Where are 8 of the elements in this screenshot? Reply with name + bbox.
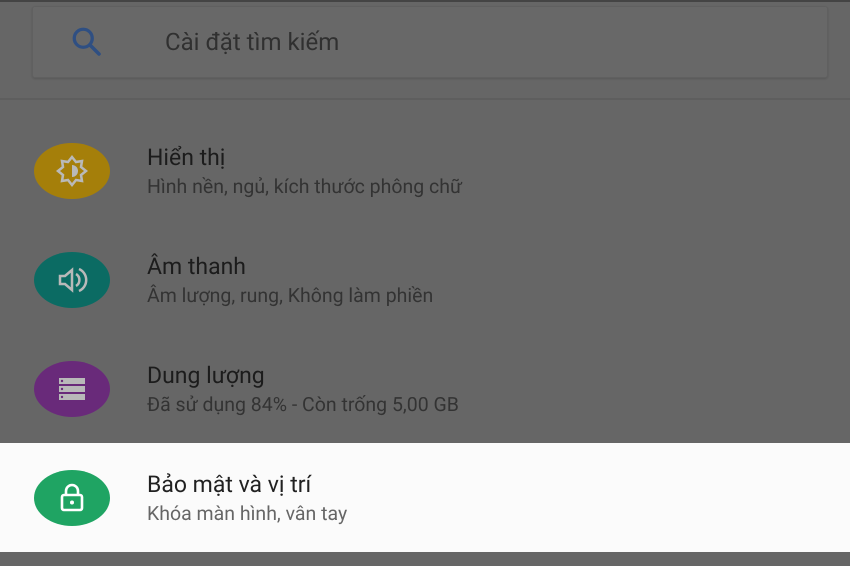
- item-title: Dung lượng: [147, 362, 266, 388]
- item-title: Bảo mật và vị trí: [147, 470, 313, 498]
- settings-item[interactable]: Bảo mật và vị trí Khóa màn hình, vân tay: [0, 443, 850, 552]
- search-input[interactable]: Cài đặt tìm kiếm: [163, 27, 827, 57]
- item-title: Âm thanh: [147, 252, 247, 280]
- item-subtitle: Khóa màn hình, vân tay: [147, 502, 348, 524]
- search-field[interactable]: Cài đặt tìm kiếm: [32, 6, 828, 78]
- item-title: Hiển thị: [147, 144, 226, 170]
